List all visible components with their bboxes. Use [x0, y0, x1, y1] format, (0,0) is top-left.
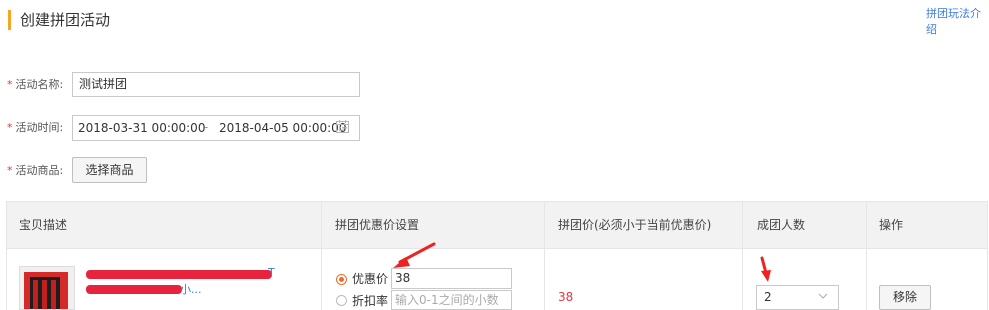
product-title-suffix[interactable]: T [268, 266, 275, 280]
group-price-value: 38 [558, 290, 574, 304]
end-time-value[interactable]: 2018-04-05 00:00:00 [219, 119, 346, 137]
product-image [24, 272, 68, 309]
remove-button[interactable]: 移除 [879, 285, 931, 310]
column-header-actions: 操作 [879, 218, 904, 232]
column-divider [866, 201, 867, 310]
time-label-row: * 活动时间: [7, 120, 63, 136]
start-time-value[interactable]: 2018-03-31 00:00:00 [78, 119, 205, 137]
column-header-group-size: 成团人数 [757, 218, 806, 232]
rate-radio-label[interactable]: 折扣率 [352, 293, 388, 309]
name-label: 活动名称: [15, 78, 64, 91]
arrow-annotation-icon [393, 242, 436, 268]
discount-rate-input[interactable]: 输入0-1之间的小数 [391, 290, 512, 310]
column-divider [544, 201, 545, 310]
price-radio[interactable] [336, 274, 347, 285]
required-mark: * [7, 164, 13, 177]
help-link[interactable]: 拼团玩法介绍 [926, 5, 989, 37]
chevron-down-icon[interactable] [818, 292, 828, 300]
table-header [6, 201, 988, 249]
time-label: 活动时间: [15, 121, 64, 134]
column-header-product: 宝贝描述 [19, 218, 68, 232]
redacted-product-title [86, 285, 182, 294]
column-divider [321, 201, 322, 310]
price-radio-label[interactable]: 优惠价 [352, 271, 388, 287]
name-label-row: * 活动名称: [7, 77, 63, 93]
column-divider [742, 201, 743, 310]
required-mark: * [7, 121, 13, 134]
column-header-price-setting: 拼团优惠价设置 [335, 218, 420, 232]
calendar-icon[interactable] [336, 120, 349, 133]
table-left-border [6, 249, 7, 310]
product-label-row: * 活动商品: [7, 163, 63, 179]
product-title-link[interactable]: 小... [180, 283, 202, 297]
table-right-border [987, 249, 988, 310]
product-label: 活动商品: [15, 164, 64, 177]
page-title: 创建拼团活动 [20, 11, 111, 29]
product-thumbnail[interactable] [19, 266, 75, 310]
rate-radio[interactable] [336, 295, 347, 306]
activity-name-input[interactable]: 测试拼团 [72, 72, 360, 97]
select-product-button[interactable]: 选择商品 [72, 157, 147, 183]
date-separator: - [204, 120, 209, 134]
price-input[interactable]: 38 [391, 268, 512, 289]
redacted-product-title [86, 270, 272, 279]
title-accent-bar [8, 10, 11, 30]
column-header-group-price: 拼团价(必须小于当前优惠价) [558, 218, 712, 232]
required-mark: * [7, 78, 13, 91]
arrow-annotation-icon [760, 256, 771, 282]
